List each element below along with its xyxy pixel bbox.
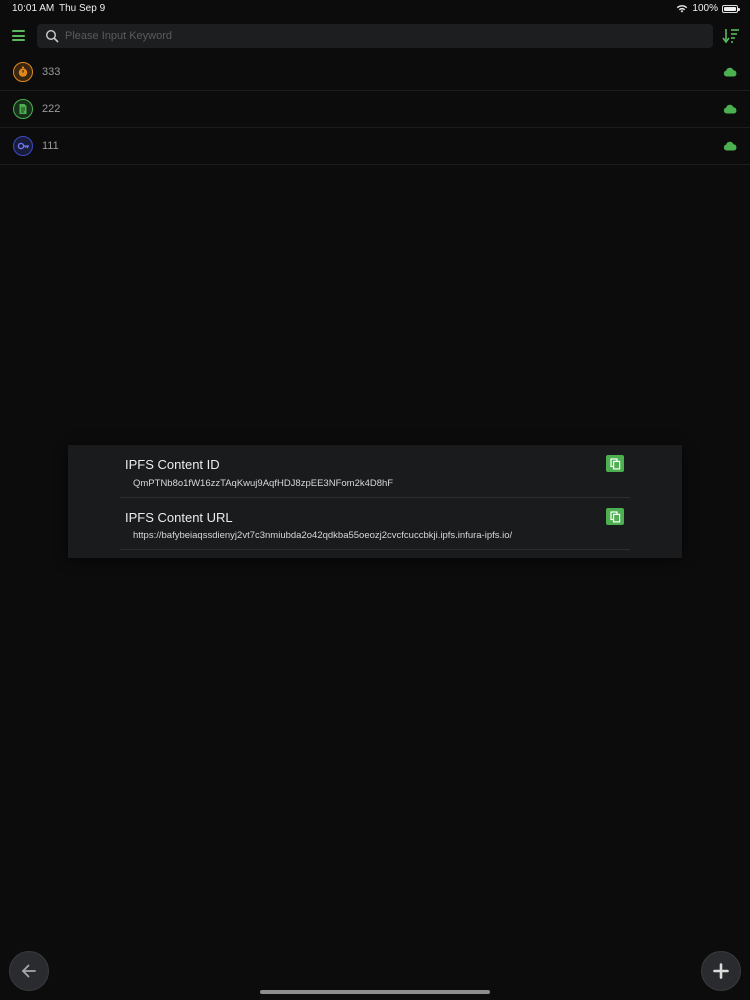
item-avatar	[13, 136, 33, 156]
content-url-row: IPFS Content URL https://bafybeiaqssdien…	[120, 508, 630, 550]
battery-icon	[722, 4, 740, 13]
item-label: 333	[42, 66, 61, 78]
content-id-row: IPFS Content ID QmPTNb8o1fW16zzTAqKwuj9A…	[120, 455, 630, 498]
ipfs-info-dialog: IPFS Content ID QmPTNb8o1fW16zzTAqKwuj9A…	[68, 445, 682, 558]
status-date: Thu Sep 9	[59, 3, 106, 14]
search-input[interactable]	[63, 25, 713, 47]
status-right: 100%	[676, 3, 740, 14]
item-label: 111	[42, 140, 59, 152]
app-screen: 10:01 AM Thu Sep 9 100% Please Input Key…	[0, 0, 750, 1000]
item-list: 333 222 111	[0, 54, 750, 165]
item-avatar	[13, 62, 33, 82]
search-bar	[37, 24, 713, 48]
add-button[interactable]	[701, 951, 741, 991]
back-button[interactable]	[9, 951, 49, 991]
cloud-icon	[723, 67, 737, 77]
timer-icon	[18, 66, 28, 77]
status-bar: 10:01 AM Thu Sep 9 100%	[0, 0, 750, 18]
copy-content-id-button[interactable]	[606, 455, 624, 472]
sort-icon[interactable]	[722, 27, 740, 44]
arrow-left-icon	[22, 964, 36, 978]
cloud-icon	[723, 104, 737, 114]
item-label: 222	[42, 103, 61, 115]
cloud-icon	[723, 141, 737, 151]
battery-percent: 100%	[692, 3, 718, 14]
content-id-title: IPFS Content ID	[125, 457, 220, 472]
home-indicator[interactable]	[260, 990, 490, 994]
content-id-value: QmPTNb8o1fW16zzTAqKwuj9AqfHDJ8zpEE3NFom2…	[133, 478, 394, 489]
copy-content-url-button[interactable]	[606, 508, 624, 525]
content-url-title: IPFS Content URL	[125, 510, 233, 525]
key-icon	[17, 142, 29, 150]
menu-icon[interactable]	[12, 30, 25, 41]
copy-icon	[609, 457, 620, 470]
copy-icon	[609, 510, 620, 523]
search-icon	[45, 29, 59, 43]
wifi-icon	[677, 5, 688, 13]
status-time: 10:01 AM	[12, 3, 55, 14]
document-icon	[19, 104, 27, 114]
plus-icon	[713, 963, 729, 979]
list-item[interactable]: 222	[0, 91, 750, 128]
list-item[interactable]: 111	[0, 128, 750, 165]
item-avatar	[13, 99, 33, 119]
content-url-value: https://bafybeiaqssdienyj2vt7c3nmiubda2o…	[133, 530, 513, 541]
list-item[interactable]: 333	[0, 54, 750, 91]
